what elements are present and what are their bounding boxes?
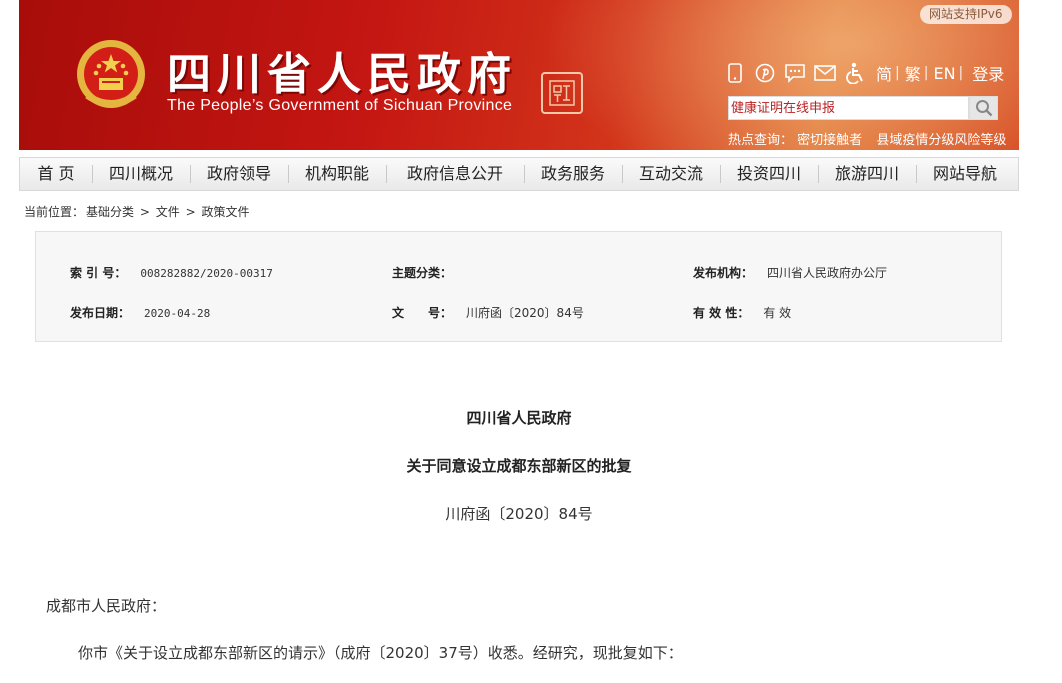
info-org: 发布机构： 四川省人民政府办公厅 — [693, 264, 887, 281]
info-date-value: 2020-04-28 — [144, 307, 211, 320]
nav-interaction[interactable]: 互动交流 — [622, 157, 720, 191]
document-paragraph: 你市《关于设立成都东部新区的请示》（成府〔2020〕37号）收悉。经研究，现批复… — [78, 644, 683, 662]
lang-divider: | — [895, 65, 900, 81]
nav-tourism[interactable]: 旅游四川 — [818, 157, 916, 191]
nav-home[interactable]: 首 页 — [20, 157, 92, 191]
seal-mark-icon — [549, 80, 575, 106]
search-input[interactable]: 健康证明在线申报 — [728, 96, 969, 120]
breadcrumb: 当前位置： 基础分类 > 文件 > 政策文件 — [24, 203, 252, 220]
document-salutation: 成都市人民政府： — [46, 597, 167, 615]
lang-divider: | — [923, 65, 929, 81]
info-index-label: 索 引 号： — [70, 266, 127, 280]
breadcrumb-label: 当前位置： — [24, 205, 85, 219]
info-index: 索 引 号： 008282882/2020-00317 — [70, 264, 273, 281]
mobile-icon[interactable] — [724, 62, 746, 84]
hot-query: 热点查询： 密切接触者 县域疫情分级风险等级 — [728, 129, 1016, 148]
site-title: 四川省人民政府 — [167, 49, 517, 100]
lang-traditional-link[interactable]: 繁 — [905, 61, 921, 85]
document-title: 关于同意设立成都东部新区的批复 — [406, 457, 632, 475]
breadcrumb-separator: > — [139, 205, 150, 219]
info-docno-value: 川府函〔2020〕84号 — [466, 306, 584, 320]
lang-en-link[interactable]: EN — [933, 64, 955, 83]
pinterest-icon[interactable] — [754, 62, 776, 84]
document-issuer: 四川省人民政府 — [466, 409, 572, 427]
document-number: 川府函〔2020〕84号 — [445, 505, 593, 523]
header-banner: 四川省人民政府 The People’s Government of Sichu… — [19, 0, 1019, 150]
mail-icon[interactable] — [814, 62, 836, 84]
info-index-value: 008282882/2020-00317 — [140, 267, 273, 280]
breadcrumb-separator: > — [185, 205, 196, 219]
info-validity: 有 效 性： 有 效 — [693, 304, 791, 321]
login-link[interactable]: 登录 — [972, 61, 1004, 85]
info-date: 发布日期： 2020-04-28 — [70, 304, 210, 321]
info-org-label: 发布机构： — [693, 266, 754, 280]
info-validity-label: 有 效 性： — [693, 306, 750, 320]
search-button[interactable] — [969, 96, 998, 120]
hot-link-close-contact[interactable]: 密切接触者 — [797, 133, 862, 148]
nav-invest[interactable]: 投资四川 — [720, 157, 818, 191]
breadcrumb-item[interactable]: 基础分类 — [86, 205, 134, 219]
info-topic: 主题分类： — [392, 264, 466, 281]
document-info-box: 索 引 号： 008282882/2020-00317 主题分类： 发布机构： 四川… — [35, 231, 1002, 342]
info-docno-label: 文 号： — [392, 306, 453, 320]
site-subtitle: The People’s Government of Sichuan Provi… — [167, 97, 513, 114]
nav-services[interactable]: 政务服务 — [524, 157, 622, 191]
nav-leaders[interactable]: 政府领导 — [190, 157, 288, 191]
hot-query-label: 热点查询： — [728, 133, 794, 148]
lang-divider: | — [958, 65, 964, 81]
accessibility-icon[interactable] — [844, 62, 866, 84]
breadcrumb-item[interactable]: 文件 — [156, 205, 180, 219]
search-icon — [975, 100, 992, 117]
info-topic-label: 主题分类： — [392, 266, 453, 280]
ipv6-badge[interactable]: 网站支持IPv6 — [920, 5, 1012, 24]
breadcrumb-item[interactable]: 政策文件 — [201, 205, 249, 219]
nav-sichuan-overview[interactable]: 四川概况 — [92, 157, 190, 191]
hot-link-risk-level[interactable]: 县域疫情分级风险等级 — [876, 133, 1006, 148]
info-validity-value: 有 效 — [763, 306, 792, 320]
seal-logo — [541, 72, 583, 114]
nav-sitemap[interactable]: 网站导航 — [916, 157, 1014, 191]
header-toolbar: 简 | 繁 | EN | 登录 — [724, 60, 1004, 86]
chat-icon[interactable] — [784, 62, 806, 84]
national-emblem-icon — [77, 40, 145, 108]
info-org-value: 四川省人民政府办公厅 — [767, 266, 888, 280]
info-date-label: 发布日期： — [70, 306, 131, 320]
info-docno: 文 号： 川府函〔2020〕84号 — [392, 304, 584, 321]
nav-agencies[interactable]: 机构职能 — [288, 157, 386, 191]
lang-simplified-link[interactable]: 简 — [876, 61, 892, 85]
main-nav: 首 页 四川概况 政府领导 机构职能 政府信息公开 政务服务 互动交流 投资四川… — [19, 157, 1019, 191]
nav-info-disclosure[interactable]: 政府信息公开 — [386, 157, 524, 191]
